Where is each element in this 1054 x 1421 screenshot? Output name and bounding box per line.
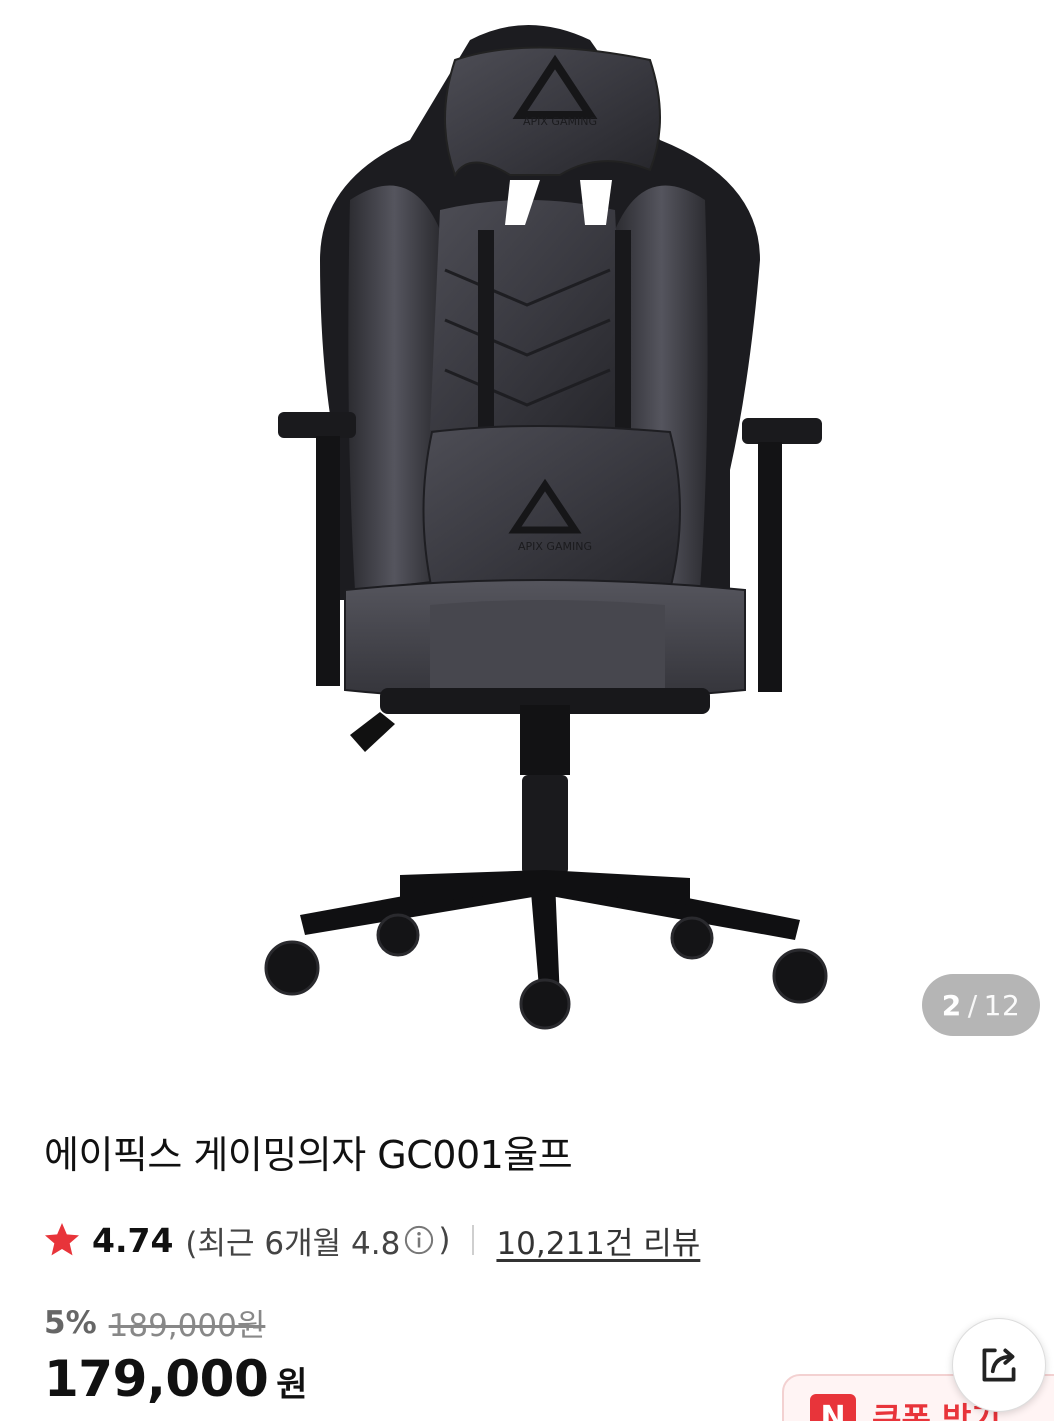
price-row: 179,000 원 <box>44 1350 308 1408</box>
recent-rating-close: ) <box>438 1222 451 1258</box>
lumbar-logo-text: APIX GAMING <box>518 540 592 553</box>
info-icon[interactable] <box>404 1225 434 1255</box>
headrest-logo-text: APIX GAMING <box>523 115 597 128</box>
naver-badge: N <box>810 1394 856 1421</box>
product-title: 에이픽스 게이밍의자 GC001울프 <box>44 1133 573 1177</box>
review-count-link[interactable]: 10,211건 리뷰 <box>496 1218 700 1263</box>
rating-row: 4.74 (최근 6개월 4.8 ) 10,211건 리뷰 <box>42 1214 700 1266</box>
star-icon <box>45 1223 79 1256</box>
sale-price: 179,000 <box>44 1350 269 1408</box>
recent-rating-text: (최근 6개월 4.8 <box>185 1225 401 1262</box>
rating-score: 4.74 <box>92 1220 174 1260</box>
original-price: 189,000원 <box>108 1308 266 1344</box>
page-separator: / <box>967 988 978 1022</box>
product-page: APIX GAMING APIX GAMING 2 / 12 에이픽스 게이밍의… <box>0 0 1054 1421</box>
total-pages: 12 <box>983 988 1021 1022</box>
share-icon <box>982 1348 1016 1382</box>
discount-row: 5% 189,000원 <box>44 1300 265 1345</box>
recent-rating: (최근 6개월 4.8 ) <box>185 1218 450 1263</box>
rating-divider <box>472 1225 475 1255</box>
current-page: 2 <box>941 988 962 1022</box>
discount-rate: 5% <box>44 1304 97 1341</box>
image-page-counter: 2 / 12 <box>922 974 1040 1036</box>
share-button[interactable] <box>952 1318 1046 1412</box>
product-image: APIX GAMING APIX GAMING <box>264 25 828 1030</box>
price-unit: 원 <box>276 1365 308 1405</box>
product-image-gallery[interactable]: APIX GAMING APIX GAMING 2 / 12 <box>0 0 1054 1060</box>
